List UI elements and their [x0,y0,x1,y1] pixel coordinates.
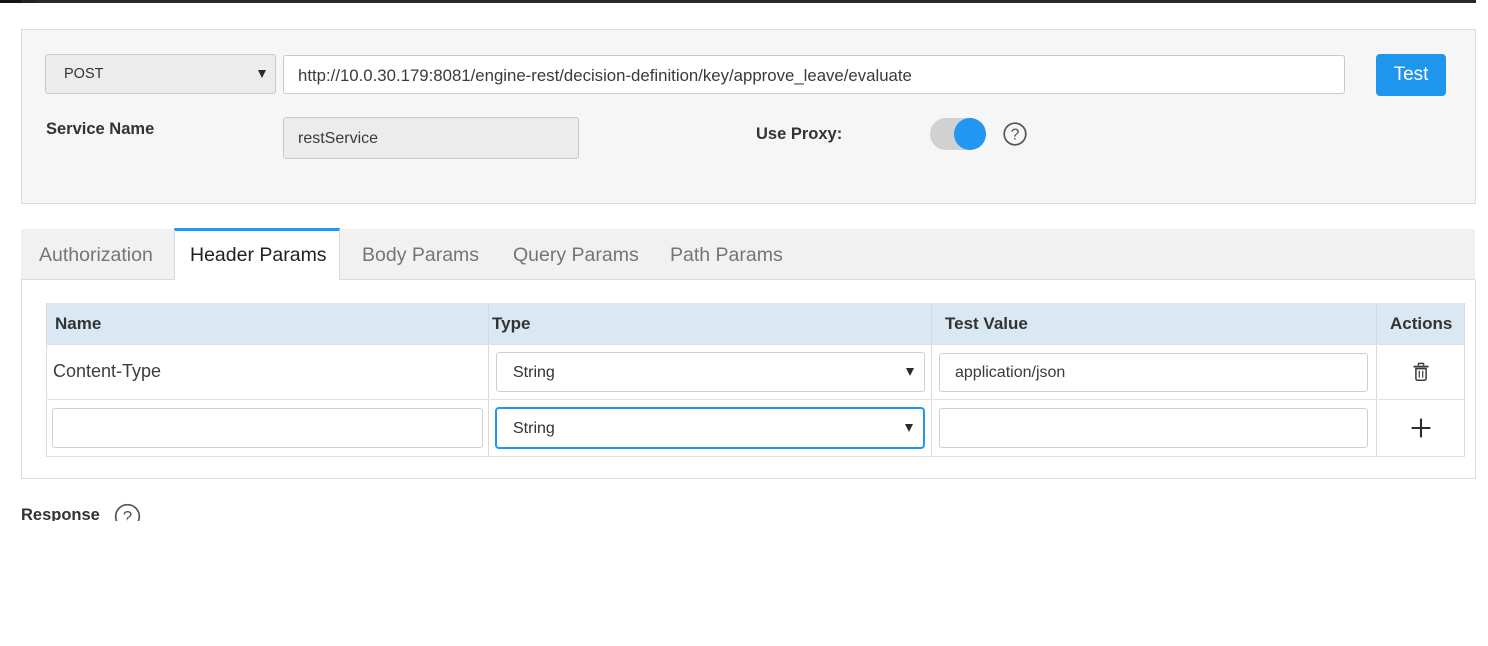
svg-text:?: ? [1011,127,1020,144]
svg-text:?: ? [123,508,132,522]
